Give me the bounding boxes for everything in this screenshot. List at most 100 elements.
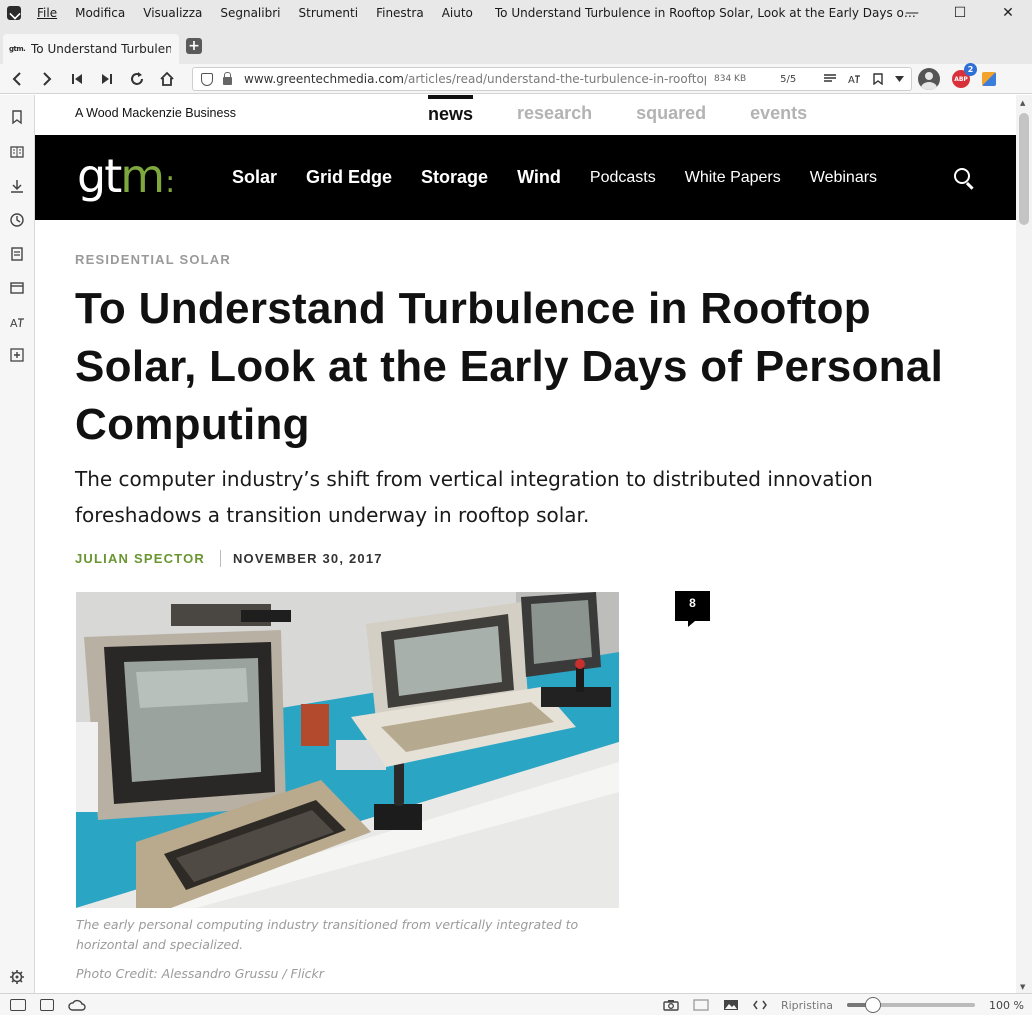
rewind-button[interactable] xyxy=(62,64,92,94)
navigation-toolbar: www.greentechmedia.com/articles/read/und… xyxy=(0,63,1032,94)
new-tab-button[interactable]: + xyxy=(186,38,202,54)
menu-segnalibri[interactable]: Segnalibri xyxy=(220,6,280,20)
menu-modifica[interactable]: Modifica xyxy=(75,6,125,20)
parent-company-link[interactable]: A Wood Mackenzie Business xyxy=(75,106,236,120)
nav-white-papers[interactable]: White Papers xyxy=(685,169,781,187)
hero-image xyxy=(76,592,619,908)
chevron-right-icon xyxy=(43,71,52,86)
image-toggle-icon[interactable] xyxy=(723,999,739,1011)
image-caption: The early personal computing industry tr… xyxy=(76,917,579,952)
section-tab-news[interactable]: news xyxy=(428,95,474,135)
nav-links: Solar Grid Edge Storage Wind Podcasts Wh… xyxy=(232,135,906,220)
gtm-favicon-icon: gtm. xyxy=(9,45,26,53)
rewind-icon xyxy=(72,73,82,84)
address-bar[interactable]: www.greentechmedia.com/articles/read/und… xyxy=(192,67,912,91)
menu-visualizza[interactable]: Visualizza xyxy=(143,6,202,20)
dropdown-arrow-icon[interactable] xyxy=(895,76,905,82)
menu-aiuto[interactable]: Aiuto xyxy=(442,6,473,20)
tile-tabs-icon[interactable] xyxy=(40,998,54,1011)
back-button[interactable] xyxy=(2,64,32,94)
vivaldi-logo-icon[interactable] xyxy=(7,6,21,20)
nav-solar[interactable]: Solar xyxy=(232,167,277,188)
section-tab-squared[interactable]: squared xyxy=(636,95,706,135)
nav-storage[interactable]: Storage xyxy=(421,167,488,188)
notes-icon[interactable] xyxy=(9,246,25,262)
byline-divider xyxy=(219,550,221,567)
profile-avatar[interactable] xyxy=(918,68,940,90)
nav-podcasts[interactable]: Podcasts xyxy=(590,169,656,187)
settings-gear-icon[interactable] xyxy=(9,969,25,985)
section-tab-events[interactable]: events xyxy=(750,95,807,135)
translate-icon[interactable]: A xyxy=(848,73,861,85)
lock-icon[interactable] xyxy=(223,72,232,85)
side-panel: A xyxy=(0,95,35,993)
reader-view-icon[interactable] xyxy=(824,74,837,84)
publish-date: NOVEMBER 30, 2017 xyxy=(232,551,383,566)
window-panel-icon[interactable] xyxy=(9,280,25,296)
vintage-computers-photo xyxy=(76,592,619,908)
page-scrollbar[interactable]: ▲ ▼ xyxy=(1016,95,1032,993)
nav-grid-edge[interactable]: Grid Edge xyxy=(306,167,392,188)
address-icons: A xyxy=(824,73,905,85)
status-bar: Ripristina 100 % xyxy=(0,993,1032,1015)
status-controls: Ripristina 100 % xyxy=(663,994,1024,1016)
gtm-logo[interactable]: gtm: xyxy=(77,149,175,203)
author-link[interactable]: JULIAN SPECTOR xyxy=(75,551,205,566)
zoom-slider-thumb[interactable] xyxy=(864,997,881,1013)
search-icon[interactable] xyxy=(954,168,970,184)
nav-webinars[interactable]: Webinars xyxy=(810,169,877,187)
menu-strumenti[interactable]: Strumenti xyxy=(299,6,359,20)
title-bar: File Modifica Visualizza Segnalibri Stru… xyxy=(0,0,1032,26)
url-text[interactable]: www.greentechmedia.com/articles/read/und… xyxy=(244,72,706,86)
downloads-icon[interactable] xyxy=(9,178,25,194)
forward-button[interactable] xyxy=(32,64,62,94)
site-top-strip: A Wood Mackenzie Business news research … xyxy=(35,95,1016,135)
page-tiling-icon[interactable] xyxy=(693,999,709,1011)
add-web-panel-icon[interactable] xyxy=(9,347,25,363)
nav-wind[interactable]: Wind xyxy=(517,167,561,188)
scroll-thumb[interactable] xyxy=(1019,113,1029,225)
camera-icon[interactable] xyxy=(663,999,679,1011)
dev-tools-icon[interactable] xyxy=(753,1000,767,1010)
translate-panel-icon[interactable]: A xyxy=(9,314,25,330)
web-page: A Wood Mackenzie Business news research … xyxy=(35,95,1016,993)
tracker-shield-icon[interactable] xyxy=(201,72,213,86)
reload-button[interactable] xyxy=(122,64,152,94)
section-tab-research[interactable]: research xyxy=(517,95,592,135)
site-nav: gtm: Solar Grid Edge Storage Wind Podcas… xyxy=(35,135,1016,220)
adblock-plus-icon[interactable]: ABP 2 xyxy=(952,63,977,88)
article-dek: The computer industry’s shift from verti… xyxy=(75,467,873,527)
article-category[interactable]: RESIDENTIAL SOLAR xyxy=(75,252,231,267)
minimize-button[interactable]: — xyxy=(888,0,936,26)
photo-credit: Photo Credit: Alessandro Grussu / Flickr xyxy=(76,966,324,981)
reading-list-icon[interactable] xyxy=(9,144,25,160)
panel-toggle-icon[interactable] xyxy=(10,998,26,1011)
extension-icon[interactable] xyxy=(982,72,996,86)
window-title: To Understand Turbulence in Rooftop Sola… xyxy=(494,6,920,20)
fast-forward-button[interactable] xyxy=(92,64,122,94)
adblock-count-badge: 2 xyxy=(964,63,977,76)
zoom-reset-button[interactable]: Ripristina xyxy=(781,999,833,1012)
section-tabs: news research squared events xyxy=(428,95,851,135)
article-headline: To Understand Turbulence in Rooftop Sola… xyxy=(75,284,944,449)
toolbar-extensions: ABP 2 xyxy=(918,63,996,94)
maximize-button[interactable]: ☐ xyxy=(936,0,984,26)
menu-finestra[interactable]: Finestra xyxy=(376,6,424,20)
zoom-level: 100 % xyxy=(989,998,1024,1012)
menu-file[interactable]: File xyxy=(37,6,57,20)
comment-count-bubble[interactable]: 8 xyxy=(675,591,710,627)
scroll-down-arrow-icon[interactable]: ▼ xyxy=(1020,983,1025,991)
sync-cloud-icon[interactable] xyxy=(68,999,86,1011)
scroll-up-arrow-icon[interactable]: ▲ xyxy=(1020,99,1025,107)
chevron-left-icon xyxy=(12,71,21,86)
history-icon[interactable] xyxy=(9,212,25,228)
home-icon xyxy=(160,71,174,86)
page-counter: 5/5 xyxy=(780,73,797,85)
close-button[interactable]: ✕ xyxy=(984,0,1032,26)
tab-article[interactable]: gtm. To Understand Turbulence xyxy=(3,34,179,64)
zoom-slider[interactable] xyxy=(847,997,976,1013)
bookmark-icon[interactable] xyxy=(873,73,883,85)
svg-text:A: A xyxy=(848,75,855,85)
bookmarks-panel-icon[interactable] xyxy=(9,109,25,125)
home-button[interactable] xyxy=(152,64,182,94)
